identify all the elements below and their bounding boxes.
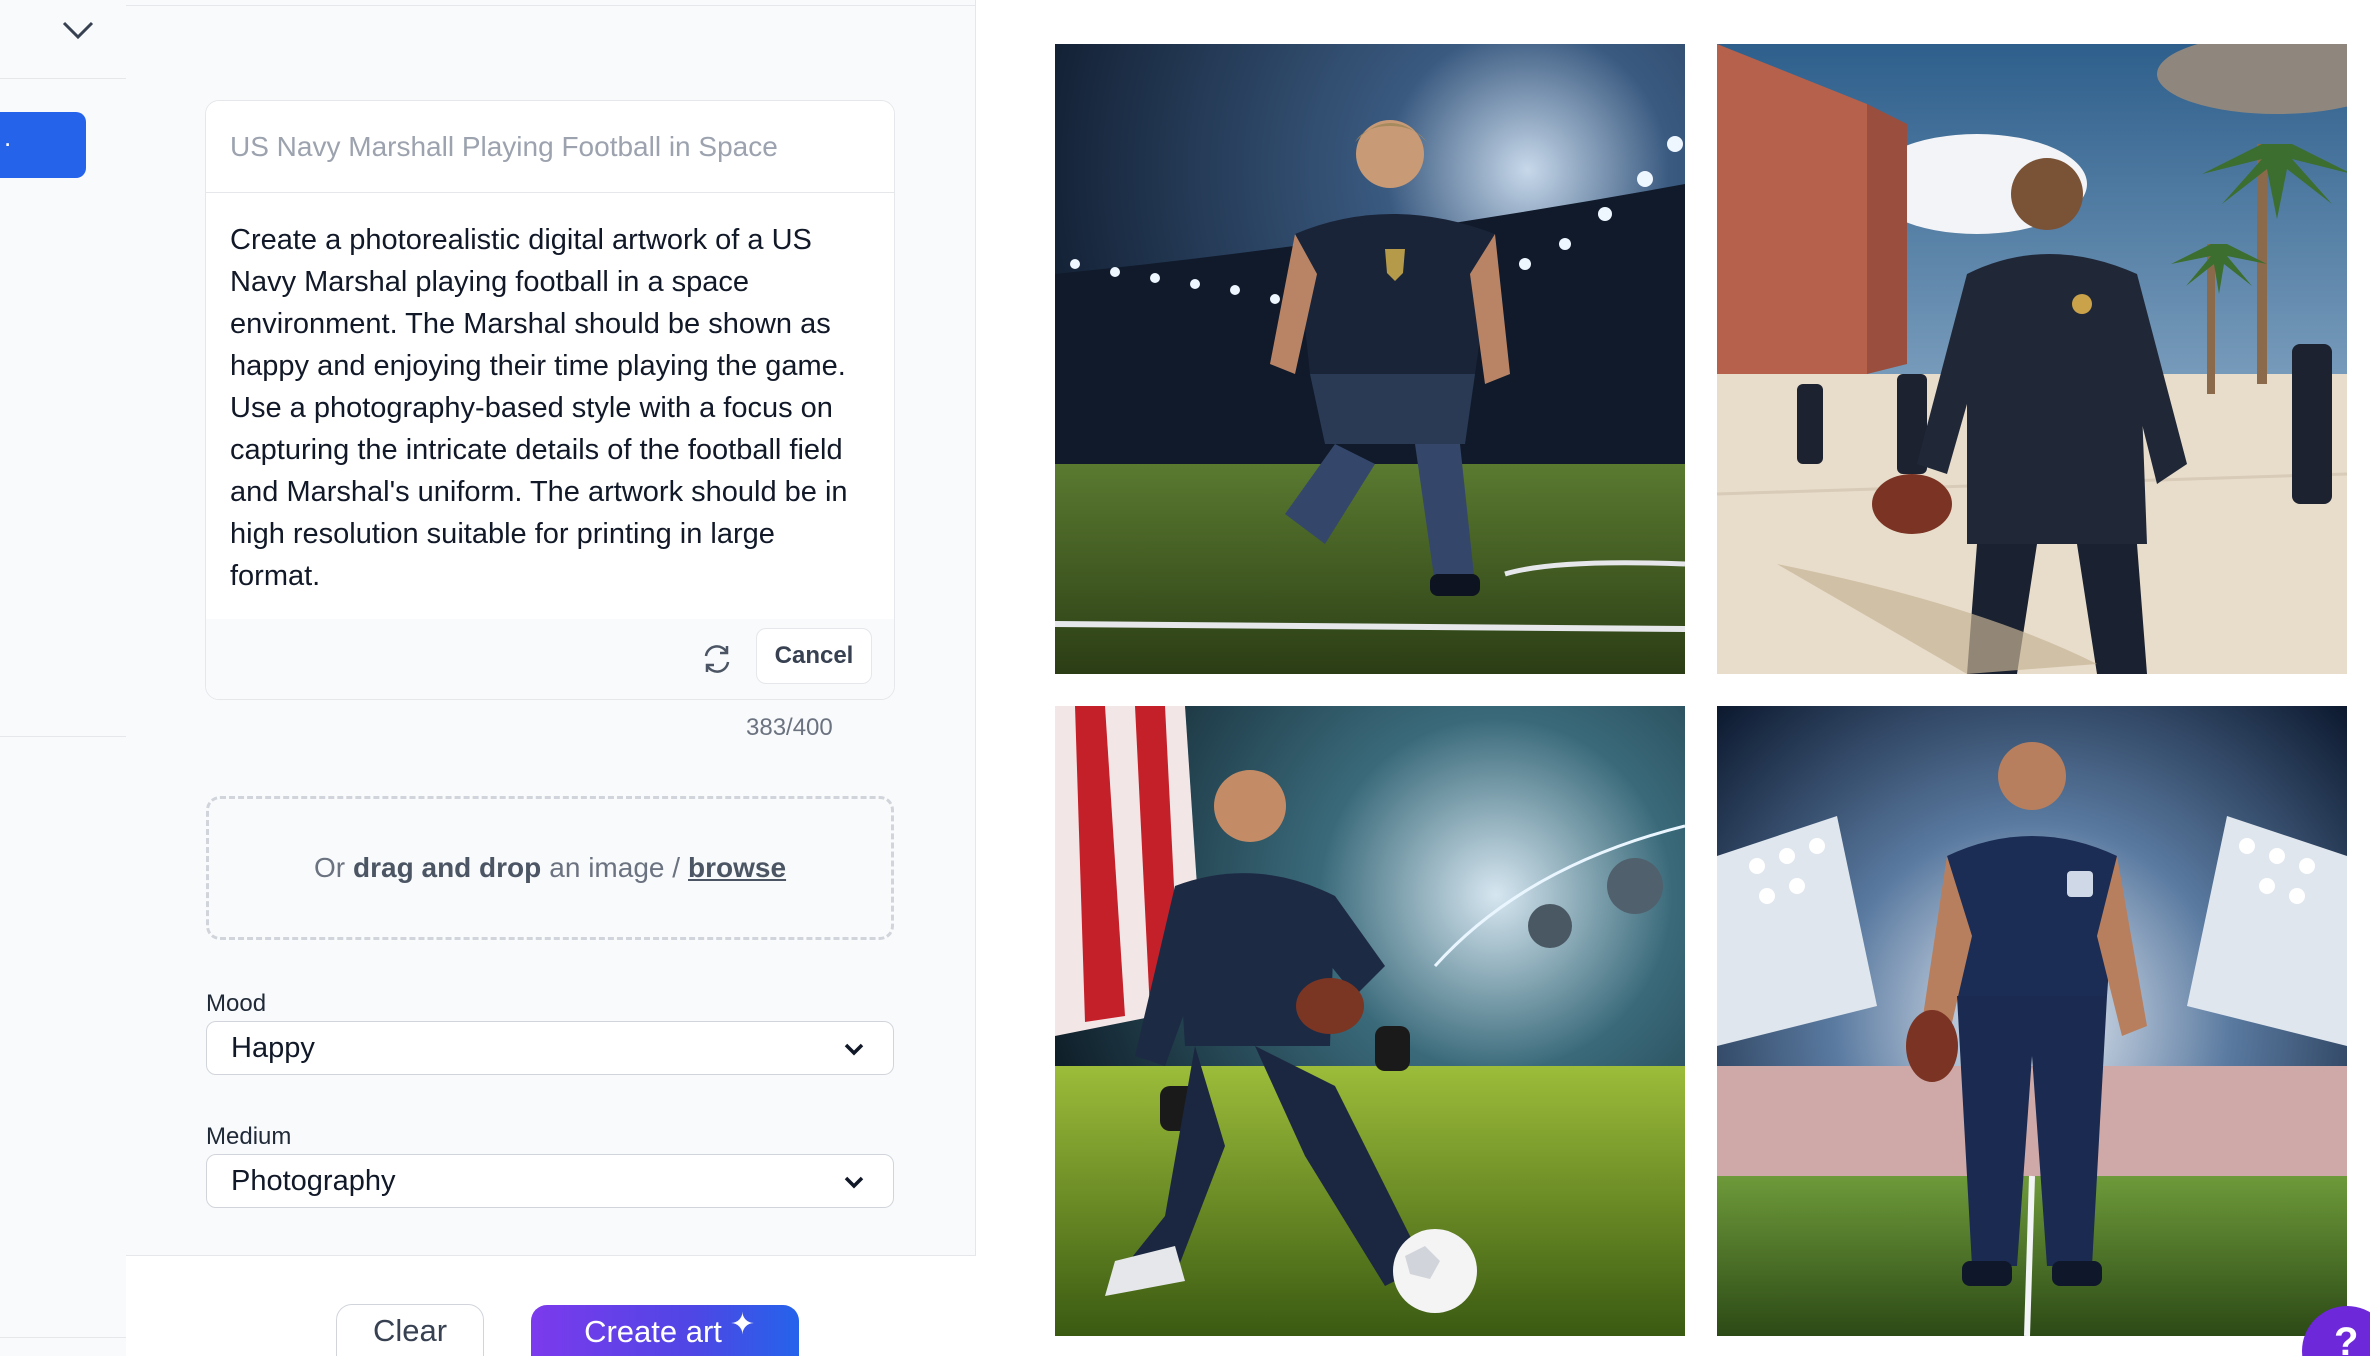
divider — [126, 5, 976, 6]
browse-link[interactable]: browse — [688, 852, 786, 884]
mood-select[interactable]: Happy — [206, 1021, 894, 1075]
create-art-label: Create art — [584, 1314, 722, 1349]
divider — [0, 1337, 126, 1338]
clear-button[interactable]: Clear — [336, 1304, 484, 1356]
mood-label: Mood — [206, 990, 267, 1017]
divider — [0, 736, 126, 737]
chevron-down-icon — [844, 1176, 864, 1189]
sidebar-active-item[interactable]: . — [0, 112, 86, 178]
create-form-panel: US Navy Marshall Playing Football in Spa… — [126, 0, 976, 1356]
result-image-3[interactable] — [1055, 706, 1685, 1336]
sidebar: . — [0, 0, 126, 1356]
prompt-card: US Navy Marshall Playing Football in Spa… — [205, 100, 895, 700]
mood-value: Happy — [231, 1032, 315, 1064]
chevron-down-icon[interactable] — [60, 15, 96, 45]
medium-select[interactable]: Photography — [206, 1154, 894, 1208]
dropzone-prefix: Or — [313, 852, 346, 883]
prompt-title-input[interactable]: US Navy Marshall Playing Football in Spa… — [206, 101, 894, 193]
result-image-4[interactable] — [1717, 706, 2347, 1336]
medium-value: Photography — [231, 1165, 396, 1197]
prompt-footer: Cancel — [206, 619, 894, 699]
result-image-2-art — [1717, 44, 2347, 674]
result-image-1[interactable] — [1055, 44, 1685, 674]
chevron-down-icon — [844, 1043, 864, 1056]
result-image-2[interactable] — [1717, 44, 2347, 674]
result-image-1-art — [1055, 44, 1685, 674]
medium-label: Medium — [206, 1123, 292, 1150]
sparkle-icon: ✦ — [729, 1308, 755, 1341]
refresh-icon — [704, 645, 730, 673]
dropzone-drag-text: drag and drop — [353, 852, 542, 883]
cancel-button[interactable]: Cancel — [756, 628, 872, 684]
image-dropzone[interactable]: Or drag and drop an image / browse — [206, 796, 894, 940]
character-count: 383/400 — [746, 714, 833, 741]
result-image-3-art — [1055, 706, 1685, 1336]
refresh-button[interactable] — [697, 639, 737, 679]
prompt-textarea[interactable]: Create a photorealistic digital artwork … — [230, 219, 870, 597]
result-image-4-art — [1717, 706, 2347, 1336]
divider — [0, 78, 126, 79]
dropzone-middle-text: an image / — [549, 852, 681, 883]
create-art-button[interactable]: Create art ✦ — [531, 1305, 799, 1356]
